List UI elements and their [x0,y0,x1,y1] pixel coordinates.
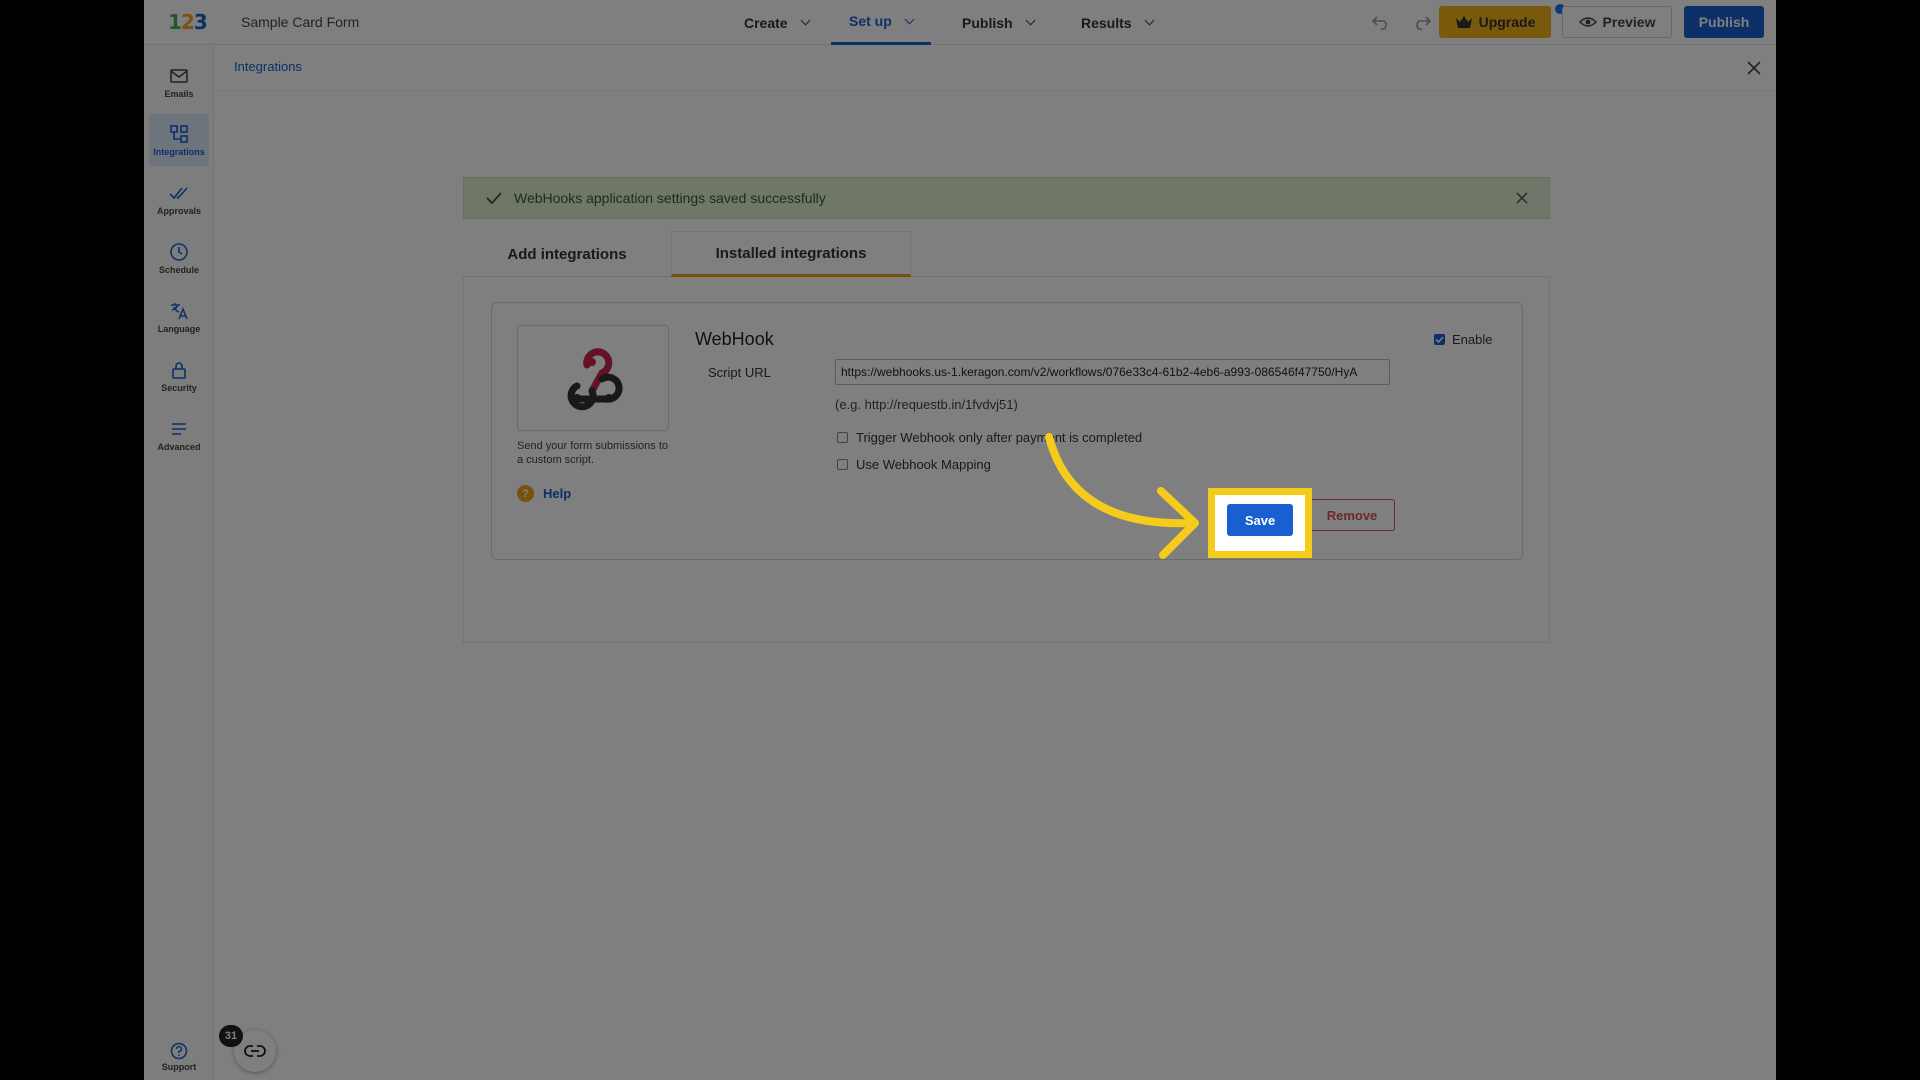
sidebar-item-emails[interactable]: Emails [149,56,209,108]
translate-icon [171,302,188,319]
chevron-down-icon [1144,15,1155,26]
webhook-icon [567,348,623,411]
double-check-icon [169,186,188,199]
redo-icon[interactable] [1412,13,1432,31]
sidebar: Emails Integrations Approvals Schedule L… [144,46,214,1080]
sidebar-item-security[interactable]: Security [149,350,209,402]
tab-add-integrations[interactable]: Add integrations [463,231,671,277]
crown-icon [1455,16,1472,28]
installed-panel: Send your form submissions to a custom s… [463,277,1550,643]
success-alert: WebHooks application settings saved succ… [463,177,1550,219]
url-example-hint: (e.g. http://requestb.in/1fvdvj51) [835,397,1018,412]
sidebar-label: Integrations [153,146,205,157]
sidebar-item-approvals[interactable]: Approvals [149,173,209,225]
enable-checkbox[interactable] [1434,334,1445,345]
mapping-label: Use Webhook Mapping [856,457,991,472]
nav-publish[interactable]: Publish [962,0,1036,45]
trigger-checkbox[interactable] [837,432,848,443]
nav-create-label: Create [744,14,788,31]
mapping-checkbox[interactable] [837,459,848,470]
integrations-icon [170,124,188,143]
chat-badge: 31 [219,1025,243,1047]
integration-tabs: Add integrations Installed integrations [463,231,1550,277]
enable-label: Enable [1452,332,1493,347]
webhook-card: Send your form submissions to a custom s… [491,302,1523,560]
sidebar-label: Advanced [157,441,201,452]
envelope-icon [170,68,188,83]
help-link[interactable]: ? Help [517,485,571,502]
enable-toggle[interactable]: Enable [1434,332,1492,347]
sidebar-label: Approvals [156,205,201,216]
close-icon[interactable] [1746,60,1762,76]
check-icon [1435,336,1444,343]
check-icon [486,192,502,204]
nav-publish-label: Publish [962,14,1013,31]
brand-logo[interactable]: 123 [168,11,208,33]
lock-icon [172,361,186,379]
app-window: 123 Sample Card Form Create Set up Publi… [144,0,1776,1080]
alert-message: WebHooks application settings saved succ… [514,190,826,206]
main-content: Integrations WebHooks application settin… [215,46,1776,1080]
breadcrumb[interactable]: Integrations [234,59,302,74]
preview-label: Preview [1602,14,1656,30]
question-icon: ? [517,485,534,502]
chat-link-icon [244,1045,266,1057]
pointer-arrow-icon [1045,433,1199,559]
save-button[interactable]: Save [1227,504,1293,536]
chevron-down-icon [800,15,811,26]
publish-button[interactable]: Publish [1684,6,1764,38]
preview-button[interactable]: Preview [1562,6,1672,38]
help-label: Help [543,486,572,501]
support-link[interactable]: Support [149,1034,209,1080]
card-title: WebHook [695,329,774,349]
sidebar-item-integrations[interactable]: Integrations [149,114,209,166]
undo-icon[interactable] [1371,13,1391,31]
top-bar: 123 Sample Card Form Create Set up Publi… [144,0,1776,45]
nav-results[interactable]: Results [1081,0,1155,45]
nav-results-label: Results [1081,14,1132,31]
support-label: Support [161,1062,197,1072]
tab-installed-integrations[interactable]: Installed integrations [671,231,911,277]
script-url-input[interactable] [835,359,1390,385]
sidebar-item-language[interactable]: Language [149,291,209,343]
help-circle-icon [170,1042,188,1060]
sidebar-item-advanced[interactable]: Advanced [149,409,209,461]
eye-icon [1578,17,1597,27]
sidebar-label: Security [161,382,197,393]
upgrade-label: Upgrade [1478,14,1536,30]
sidebar-item-schedule[interactable]: Schedule [149,232,209,284]
chevron-down-icon [1025,15,1036,26]
nav-create[interactable]: Create [744,0,811,45]
close-icon[interactable] [1515,191,1529,205]
remove-button[interactable]: Remove [1309,499,1395,531]
form-title: Sample Card Form [241,14,360,30]
chevron-down-icon [904,14,915,24]
upgrade-button[interactable]: Upgrade [1439,6,1551,38]
webhook-logo [517,325,669,431]
clock-icon [170,242,188,261]
script-url-label: Script URL [708,365,771,380]
sidebar-label: Emails [164,88,194,99]
sidebar-label: Schedule [158,264,199,275]
nav-setup-label: Set up [849,13,892,29]
nav-setup[interactable]: Set up [831,0,931,45]
divider [215,90,1776,91]
lines-icon [172,422,186,435]
sidebar-label: Language [157,323,201,334]
card-description: Send your form submissions to a custom s… [517,440,669,466]
webhook-mapping-option[interactable]: Use Webhook Mapping [837,457,991,472]
